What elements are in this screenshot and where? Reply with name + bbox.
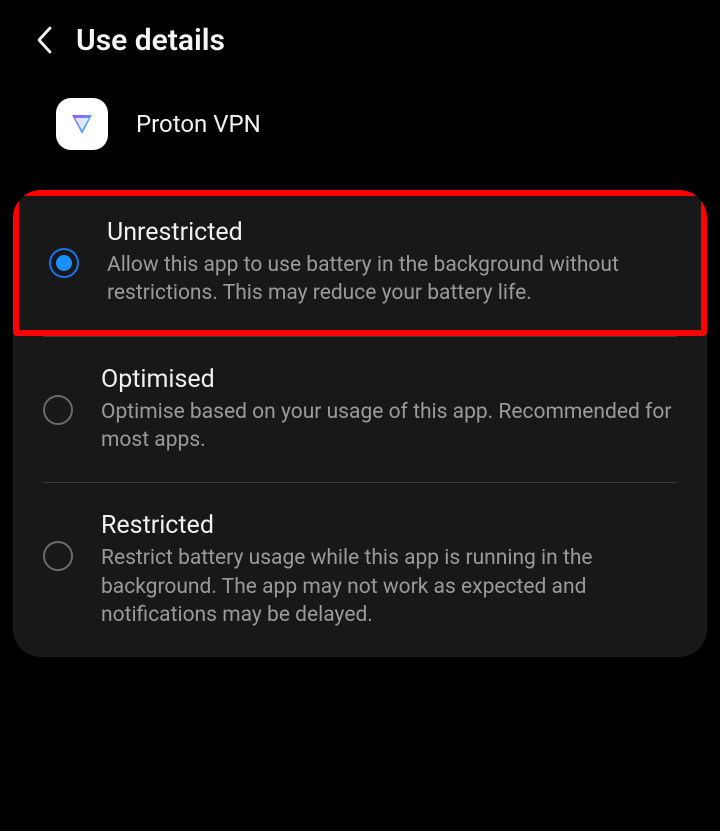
option-description: Optimise based on your usage of this app… xyxy=(101,398,677,455)
radio-optimised[interactable] xyxy=(43,395,73,425)
option-restricted[interactable]: Restricted Restrict battery usage while … xyxy=(13,483,707,657)
radio-restricted[interactable] xyxy=(43,541,73,571)
page-title: Use details xyxy=(76,23,225,58)
option-description: Restrict battery usage while this app is… xyxy=(101,544,677,629)
app-icon xyxy=(56,98,108,150)
option-text: Unrestricted Allow this app to use batte… xyxy=(107,218,677,308)
proton-vpn-icon xyxy=(66,108,98,140)
option-text: Optimised Optimise based on your usage o… xyxy=(101,365,677,455)
option-unrestricted[interactable]: Unrestricted Allow this app to use batte… xyxy=(13,190,707,336)
back-button[interactable] xyxy=(20,16,68,64)
option-optimised[interactable]: Optimised Optimise based on your usage o… xyxy=(13,337,707,483)
option-text: Restricted Restrict battery usage while … xyxy=(101,511,677,629)
radio-unrestricted[interactable] xyxy=(49,248,79,278)
option-title: Optimised xyxy=(101,365,677,394)
options-panel: Unrestricted Allow this app to use batte… xyxy=(13,190,707,657)
option-description: Allow this app to use battery in the bac… xyxy=(107,251,677,308)
header: Use details xyxy=(0,0,720,88)
chevron-left-icon xyxy=(35,25,53,55)
app-info: Proton VPN xyxy=(0,88,720,190)
option-title: Unrestricted xyxy=(107,218,677,247)
option-title: Restricted xyxy=(101,511,677,540)
app-name: Proton VPN xyxy=(136,110,261,138)
